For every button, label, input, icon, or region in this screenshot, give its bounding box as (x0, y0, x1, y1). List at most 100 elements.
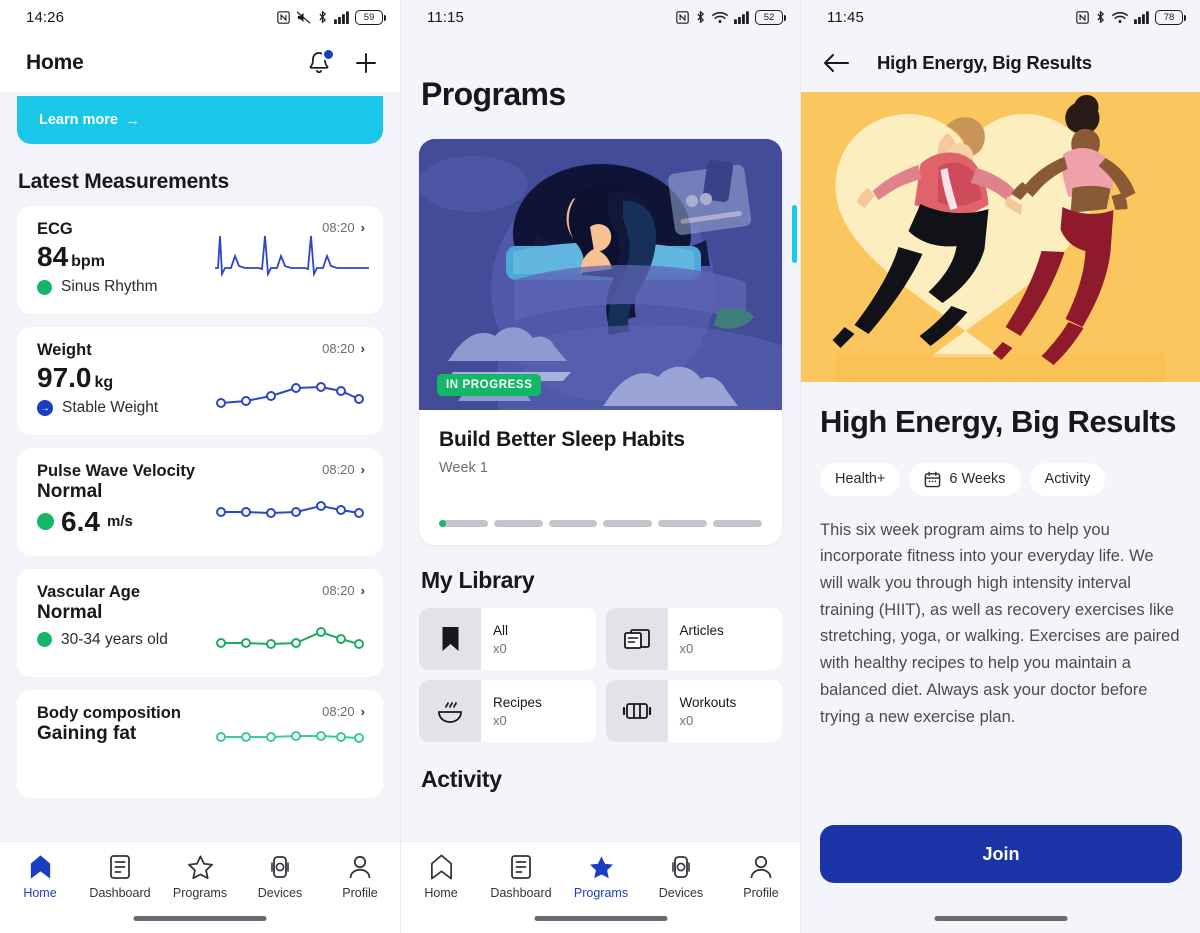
join-button[interactable]: Join (820, 825, 1182, 883)
nfc-icon (676, 10, 689, 24)
battery-icon: 59 (355, 9, 386, 25)
bluetooth-icon (697, 10, 704, 24)
vascular-age-sparkline (216, 627, 364, 649)
bottom-navigation-programs: Home Dashboard Programs Devices Profile (401, 841, 800, 933)
library-item-recipes[interactable]: Recipes x0 (419, 680, 596, 742)
status-label: 30-34 years old (61, 630, 168, 648)
chevron-right-icon: › (360, 704, 365, 719)
nav-item-home[interactable]: Home (0, 854, 80, 900)
time-label: 08:20 (322, 462, 355, 477)
home-indicator (534, 916, 668, 921)
plus-icon[interactable] (352, 49, 380, 77)
page-title: Home (26, 51, 84, 74)
text-slot: All x0 (481, 608, 520, 670)
nav-item-programs[interactable]: Programs (160, 854, 240, 900)
mute-icon (296, 10, 311, 24)
progress-segment (713, 520, 762, 527)
chip-category[interactable]: Activity (1029, 462, 1106, 496)
library-grid: All x0 Articles x0 Recipes x0 Workouts x… (401, 608, 800, 742)
program-name: Build Better Sleep Habits (439, 428, 685, 451)
value-unit: kg (94, 374, 114, 391)
wifi-icon (712, 11, 728, 23)
home-icon (30, 855, 50, 879)
chip-duration[interactable]: 6 Weeks (909, 462, 1021, 496)
measurement-time: 08:20 › (322, 462, 365, 477)
nav-item-programs[interactable]: Programs (561, 854, 641, 900)
articles-icon (623, 629, 650, 649)
nav-item-profile[interactable]: Profile (320, 854, 400, 900)
measurement-card-pulse-wave-velocity[interactable]: Pulse Wave Velocity 08:20 › Normal 6.4 m… (17, 448, 383, 556)
person-icon (349, 855, 371, 879)
battery-icon: 78 (1155, 9, 1186, 25)
nav-label: Home (23, 886, 57, 900)
nav-label: Devices (658, 886, 704, 900)
weight-sparkline (216, 382, 364, 408)
star-icon (187, 855, 213, 880)
status-icons: 52 (676, 9, 786, 25)
program-week: Week 1 (439, 460, 488, 476)
star-icon (589, 856, 613, 879)
dumbbell-icon (622, 703, 651, 719)
text-slot: Articles x0 (668, 608, 736, 670)
signal-icon (1134, 10, 1149, 24)
learn-more-banner[interactable]: Learn more → (17, 96, 383, 144)
bookmark-icon (442, 627, 458, 651)
notifications-button[interactable] (306, 48, 335, 77)
progress-segment (493, 520, 543, 527)
dashboard-icon (110, 855, 130, 879)
nav-item-dashboard[interactable]: Dashboard (481, 854, 561, 900)
library-label: Recipes (493, 694, 542, 710)
my-library-heading: My Library (421, 567, 535, 593)
program-meta-chips: Health+ 6 Weeks Activity (801, 441, 1200, 496)
value-number: 97.0 (37, 362, 92, 393)
measurement-name: Body composition (37, 704, 181, 722)
icon-slot (605, 680, 668, 742)
home-indicator (934, 916, 1068, 921)
measurement-card-ecg[interactable]: ECG 08:20 › 84 bpm Sinus Rhythm (17, 206, 383, 314)
measurement-card-vascular-age[interactable]: Vascular Age 08:20 › Normal 30-34 years … (17, 569, 383, 677)
chip-label: Activity (1044, 471, 1091, 488)
program-card-sleep[interactable]: IN PROGRESS Build Better Sleep Habits We… (419, 139, 782, 545)
value-number: 84 (37, 241, 69, 272)
nav-label: Dashboard (89, 886, 151, 900)
program-progress-bars (419, 476, 782, 545)
chip-health-plus[interactable]: Health+ (820, 462, 901, 496)
progress-segment (603, 520, 653, 527)
library-item-articles[interactable]: Articles x0 (605, 608, 782, 670)
chip-label: 6 Weeks (949, 471, 1006, 488)
nav-item-dashboard[interactable]: Dashboard (80, 854, 160, 900)
measurement-name: ECG (37, 220, 73, 238)
arrow-left-icon[interactable] (823, 52, 849, 74)
program-card-illustration: IN PROGRESS (419, 139, 782, 410)
home-indicator (133, 916, 267, 921)
library-item-workouts[interactable]: Workouts x0 (605, 680, 782, 742)
nav-item-profile[interactable]: Profile (721, 854, 800, 900)
measurement-card-body-composition[interactable]: Body composition 08:20 › Gaining fat (17, 690, 383, 798)
library-item-all[interactable]: All x0 (419, 608, 596, 670)
icon-slot (605, 608, 668, 670)
program-detail-title: High Energy, Big Results (820, 404, 1177, 439)
trend-arrow-icon: → (37, 400, 53, 417)
program-description: This six week program aims to help you i… (820, 520, 1180, 726)
time-label: 08:20 (322, 341, 355, 356)
measurement-card-weight[interactable]: Weight 08:20 › 97.0 kg → Stable Weight (17, 327, 383, 435)
nav-item-home[interactable]: Home (401, 854, 481, 900)
calendar-icon (925, 471, 941, 487)
join-button-container: Join (801, 825, 1200, 933)
measurement-time: 08:20 › (322, 583, 365, 598)
app-bar-home: Home (0, 34, 400, 92)
status-icons: 59 (277, 9, 386, 25)
home-icon (430, 854, 452, 880)
icon-slot (419, 608, 481, 670)
arrow-right-icon: → (124, 111, 140, 129)
bluetooth-icon (1097, 10, 1104, 24)
nav-item-devices[interactable]: Devices (240, 854, 320, 900)
status-dot (37, 512, 54, 530)
latest-measurements-heading: Latest Measurements (18, 170, 229, 193)
nav-item-devices[interactable]: Devices (641, 854, 721, 900)
bottom-navigation-home: Home Dashboard Programs Devices Profile (0, 841, 400, 933)
detail-app-bar: High Energy, Big Results (801, 34, 1200, 92)
nav-label: Programs (573, 886, 629, 900)
screen-program-detail: 11:45 78 High Energy, Big Results High E… (800, 0, 1200, 933)
scrollbar-thumb[interactable] (792, 205, 797, 263)
